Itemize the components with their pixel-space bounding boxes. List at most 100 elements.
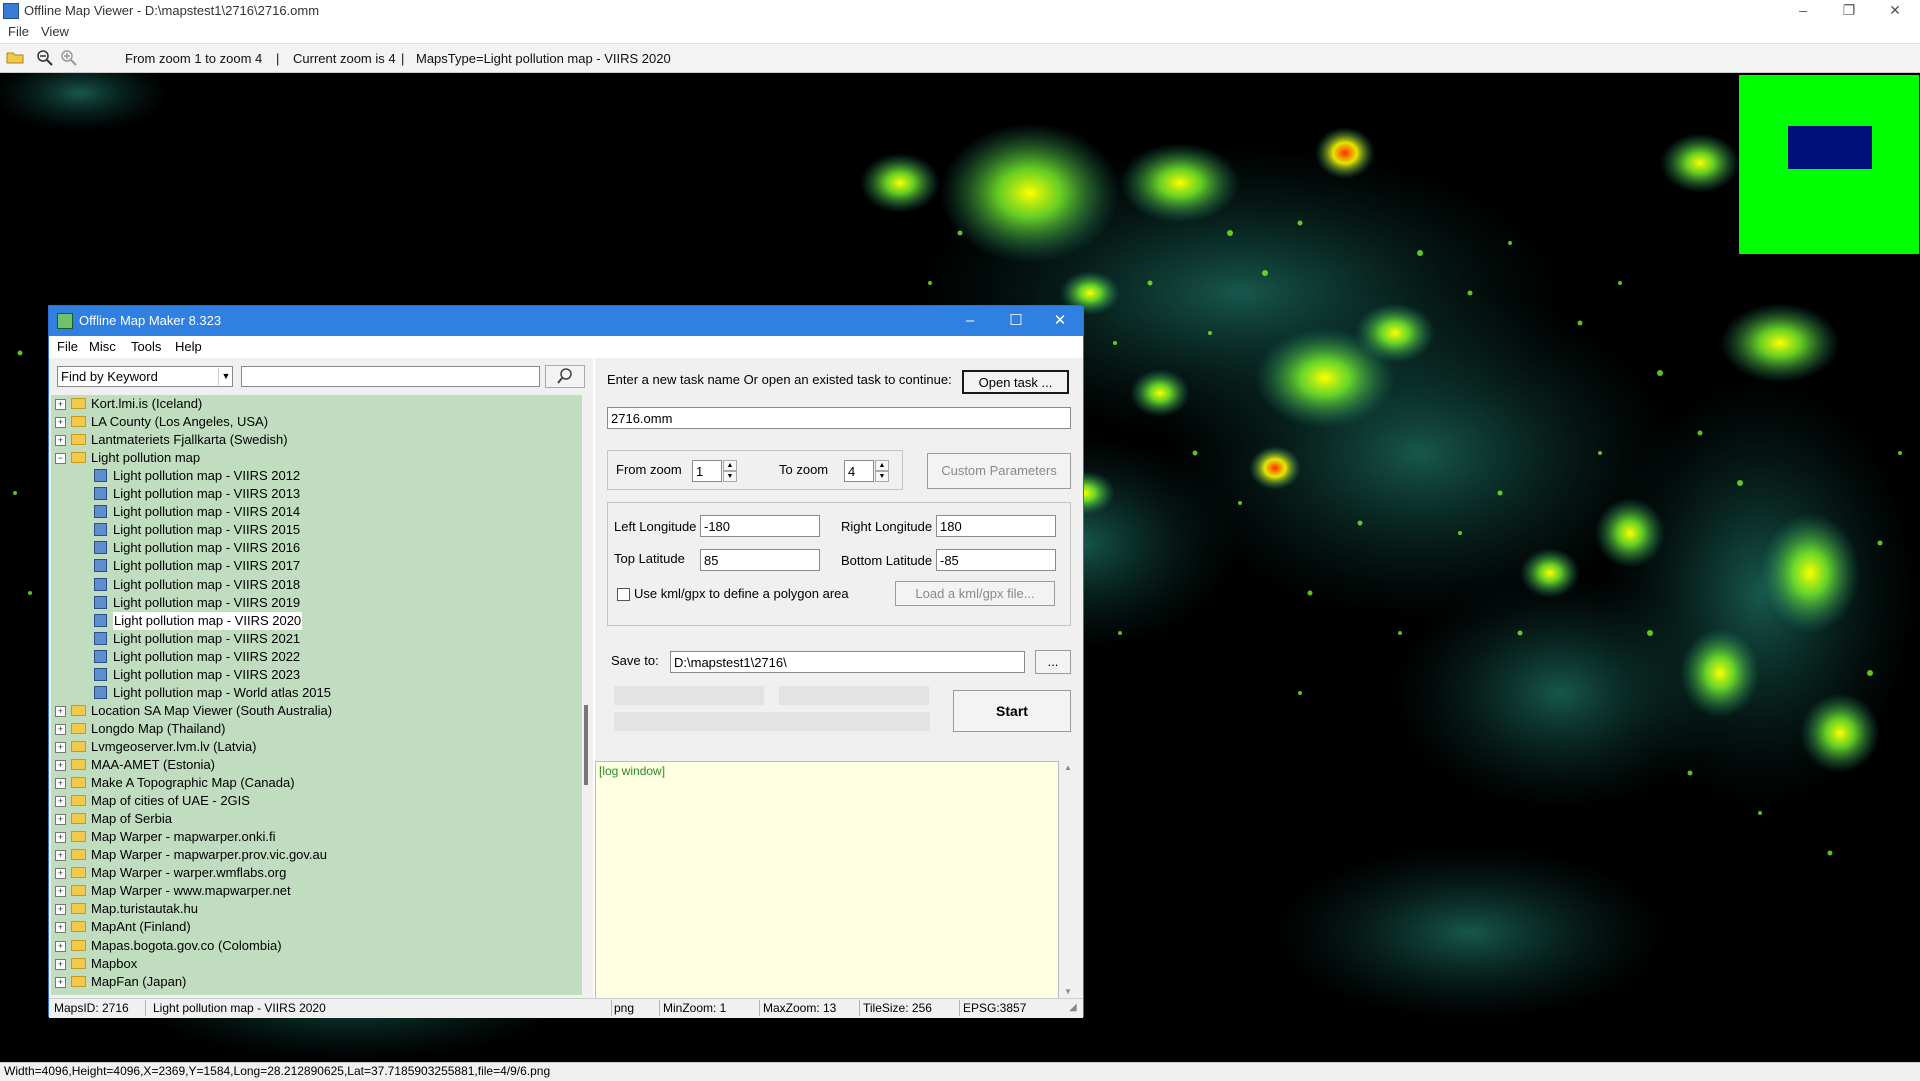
search-input[interactable] <box>241 366 540 387</box>
tree-folder-item[interactable]: + Map.turistautak.hu <box>51 900 581 918</box>
tree-folder-item[interactable]: + Map Warper - warper.wmflabs.org <box>51 864 581 882</box>
log-window[interactable]: [log window] <box>595 761 1059 1001</box>
expand-icon[interactable]: + <box>55 417 66 429</box>
expand-icon[interactable]: + <box>55 976 66 988</box>
tree-folder-item[interactable]: + Map Warper - www.mapwarper.net <box>51 882 581 900</box>
expand-icon[interactable]: + <box>55 399 66 410</box>
menu-view[interactable]: View <box>41 24 69 39</box>
custom-parameters-button[interactable]: Custom Parameters <box>927 453 1071 489</box>
maximize-button[interactable]: ❐ <box>1826 0 1872 22</box>
tree-folder-item[interactable]: − Light pollution map <box>51 449 581 467</box>
dialog-menu-misc[interactable]: Misc <box>89 339 116 354</box>
log-scrollbar[interactable]: ▲ ▼ <box>1059 761 1077 1001</box>
search-mode-select[interactable]: Find by Keyword ▼ <box>57 366 233 387</box>
dialog-menu-help[interactable]: Help <box>175 339 202 354</box>
expand-icon[interactable]: + <box>55 705 66 717</box>
tree-folder-item[interactable]: + Mapbox <box>51 955 581 973</box>
dialog-titlebar[interactable]: Offline Map Maker 8.323 – ☐ ✕ <box>49 306 1083 336</box>
tree-map-item[interactable]: Light pollution map - VIIRS 2021 <box>51 630 581 648</box>
tree-folder-item[interactable]: + MapAnt (Finland) <box>51 918 581 936</box>
tree-map-item[interactable]: Light pollution map - VIIRS 2023 <box>51 666 581 684</box>
expand-icon[interactable]: + <box>55 723 66 735</box>
tree-item-label: Make A Topographic Map (Canada) <box>91 775 295 791</box>
zoom-out-icon[interactable] <box>36 49 56 67</box>
left-longitude-field[interactable] <box>700 515 820 537</box>
tree-map-item[interactable]: Light pollution map - VIIRS 2015 <box>51 521 581 539</box>
expand-icon[interactable]: + <box>55 760 66 771</box>
tree-map-item[interactable]: Light pollution map - World atlas 2015 <box>51 684 581 702</box>
load-kml-button[interactable]: Load a kml/gpx file... <box>895 581 1055 606</box>
start-button[interactable]: Start <box>953 690 1071 732</box>
tree-folder-item[interactable]: + Map of cities of UAE - 2GIS <box>51 792 581 810</box>
expand-icon[interactable]: + <box>55 904 66 916</box>
tree-folder-item[interactable]: + Map Warper - mapwarper.onki.fi <box>51 828 581 846</box>
expand-icon[interactable]: + <box>55 796 66 808</box>
minimize-button[interactable]: – <box>1780 0 1826 22</box>
tree-folder-item[interactable]: + Lvmgeoserver.lvm.lv (Latvia) <box>51 738 581 756</box>
tree-folder-item[interactable]: + Map Warper - mapwarper.prov.vic.gov.au <box>51 846 581 864</box>
tree-folder-item[interactable]: + MAA-AMET (Estonia) <box>51 756 581 774</box>
zoom-in-icon[interactable] <box>60 49 80 67</box>
dialog-close-button[interactable]: ✕ <box>1037 306 1083 336</box>
expand-icon[interactable]: + <box>55 922 66 934</box>
browse-button[interactable]: ... <box>1035 650 1071 674</box>
close-button[interactable]: ✕ <box>1872 0 1918 22</box>
tree-folder-item[interactable]: + Location SA Map Viewer (South Australia… <box>51 702 581 720</box>
tree-map-item[interactable]: Light pollution map - VIIRS 2012 <box>51 467 581 485</box>
overview-viewport-box[interactable] <box>1788 126 1872 169</box>
tree-folder-item[interactable]: + Map of Serbia <box>51 810 581 828</box>
expand-icon[interactable]: + <box>55 814 66 826</box>
open-task-button[interactable]: Open task ... <box>962 370 1069 394</box>
dialog-minimize-button[interactable]: – <box>947 306 993 336</box>
overview-minimap[interactable] <box>1739 75 1919 254</box>
dialog-menu-file[interactable]: File <box>57 339 78 354</box>
tree-map-item[interactable]: Light pollution map - VIIRS 2013 <box>51 485 581 503</box>
dialog-maximize-button[interactable]: ☐ <box>993 306 1039 336</box>
to-zoom-field[interactable] <box>844 460 874 482</box>
tree-folder-item[interactable]: + Lantmateriets Fjallkarta (Swedish) <box>51 431 581 449</box>
expand-icon[interactable]: + <box>55 868 66 880</box>
resize-grip-icon[interactable]: ◢ <box>1069 1002 1077 1013</box>
expand-icon[interactable]: + <box>55 886 66 898</box>
open-folder-icon[interactable] <box>6 49 26 67</box>
top-latitude-field[interactable] <box>700 549 820 571</box>
search-button[interactable] <box>545 365 585 388</box>
tree-folder-item[interactable]: + Longdo Map (Thailand) <box>51 720 581 738</box>
to-zoom-stepper[interactable]: ▲ ▼ <box>875 460 889 482</box>
right-longitude-field[interactable] <box>936 515 1056 537</box>
expand-icon[interactable]: + <box>55 778 66 790</box>
scroll-down-icon[interactable]: ▼ <box>1064 987 1072 996</box>
tree-map-item[interactable]: Light pollution map - VIIRS 2022 <box>51 648 581 666</box>
menu-file[interactable]: File <box>8 24 29 39</box>
tree-folder-item[interactable]: + MapFan (Japan) <box>51 973 581 991</box>
tree-map-item[interactable]: Light pollution map - VIIRS 2017 <box>51 557 581 575</box>
tree-folder-item[interactable]: + Kort.lmi.is (Iceland) <box>51 395 581 413</box>
tree-map-item[interactable]: Light pollution map - VIIRS 2014 <box>51 503 581 521</box>
scroll-up-icon[interactable]: ▲ <box>1064 763 1072 772</box>
expand-icon[interactable]: + <box>55 435 66 447</box>
tree-folder-item[interactable]: + LA County (Los Angeles, USA) <box>51 413 581 431</box>
expand-icon[interactable]: + <box>55 958 66 970</box>
expand-icon[interactable]: + <box>55 741 66 753</box>
tree-folder-item[interactable]: + Make A Topographic Map (Canada) <box>51 774 581 792</box>
dialog-menu-tools[interactable]: Tools <box>131 339 161 354</box>
chevron-down-icon[interactable]: ▼ <box>218 368 233 385</box>
bottom-latitude-field[interactable] <box>936 549 1056 571</box>
from-zoom-field[interactable] <box>692 460 722 482</box>
map-source-tree[interactable]: + Kort.lmi.is (Iceland) + LA County (Los An… <box>51 395 583 995</box>
kml-checkbox[interactable] <box>617 588 630 601</box>
zoom-group: From zoom ▲▼ To zoom ▲▼ <box>607 450 903 490</box>
tree-map-item[interactable]: Light pollution map - VIIRS 2020 <box>51 611 581 630</box>
from-zoom-stepper[interactable]: ▲ ▼ <box>723 460 737 482</box>
expand-icon[interactable]: + <box>55 832 66 844</box>
tree-map-item[interactable]: Light pollution map - VIIRS 2016 <box>51 539 581 557</box>
tree-folder-item[interactable]: + Mapas.bogota.gov.co (Colombia) <box>51 937 581 955</box>
tree-map-item[interactable]: Light pollution map - VIIRS 2019 <box>51 594 581 612</box>
save-path-field[interactable] <box>670 651 1025 673</box>
expand-icon[interactable]: + <box>55 850 66 862</box>
expand-icon[interactable]: + <box>55 940 66 952</box>
collapse-icon[interactable]: − <box>55 453 66 465</box>
task-name-field[interactable] <box>607 407 1071 429</box>
tree-scrollbar-thumb[interactable] <box>584 705 588 785</box>
tree-map-item[interactable]: Light pollution map - VIIRS 2018 <box>51 576 581 594</box>
